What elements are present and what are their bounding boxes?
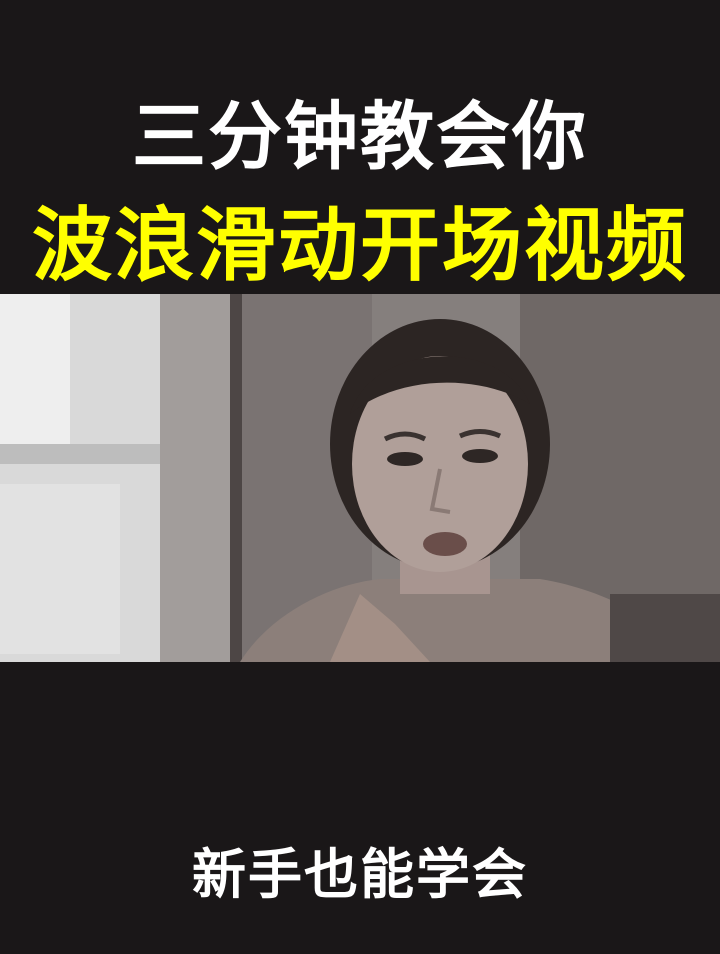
bottom-caption: 新手也能学会 (192, 843, 528, 906)
headline-line-1: 三分钟教会你 (132, 94, 588, 180)
video-frame-photo (0, 294, 720, 662)
woman-portrait-image (0, 294, 720, 662)
headline-line-2: 波浪滑动开场视频 (32, 199, 688, 292)
